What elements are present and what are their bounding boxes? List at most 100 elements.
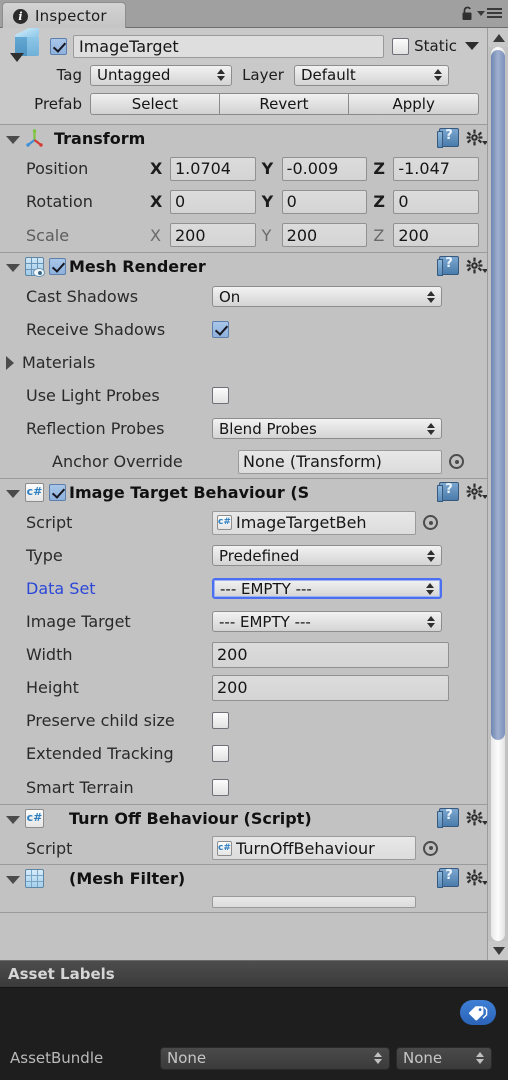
scroll-down-arrow[interactable]	[488, 941, 508, 960]
gear-settings-icon[interactable]	[466, 129, 488, 146]
chevron-down-icon	[477, 10, 485, 16]
help-book-icon[interactable]	[437, 256, 459, 276]
component-transform: Transform ? Position X 1.0704 Y -0.009 Z…	[0, 125, 488, 253]
object-picker-icon[interactable]	[423, 840, 438, 856]
smart-terrain-label: Smart Terrain	[26, 777, 134, 797]
data-set-dropdown[interactable]: --- EMPTY ---	[212, 578, 442, 599]
tab-inspector-label: Inspector	[35, 7, 107, 25]
gear-settings-icon[interactable]	[466, 809, 488, 826]
inspector-scrollbar[interactable]	[487, 28, 508, 960]
anchor-override-row: Anchor Override None (Transform)	[0, 445, 487, 478]
use-light-probes-checkbox[interactable]	[212, 387, 229, 404]
gameobject-enabled-checkbox[interactable]	[50, 37, 67, 55]
position-z-input[interactable]: -1.047	[393, 156, 480, 181]
label-tag-icon[interactable]	[460, 1000, 496, 1025]
cast-shadows-row: Cast Shadows On	[0, 280, 487, 313]
help-book-icon[interactable]	[437, 482, 459, 502]
image-target-dropdown[interactable]: --- EMPTY ---	[212, 611, 442, 632]
info-icon: i	[13, 8, 28, 24]
foldout-arrow-icon[interactable]	[6, 816, 20, 824]
cast-shadows-dropdown[interactable]: On	[212, 286, 442, 307]
tag-dropdown[interactable]: Untagged	[90, 64, 232, 86]
mesh-filter-partial-row	[0, 892, 487, 912]
type-dropdown[interactable]: Predefined	[212, 545, 442, 566]
asset-labels-header[interactable]: Asset Labels	[0, 960, 508, 988]
height-input[interactable]: 200	[212, 674, 449, 701]
materials-row[interactable]: Materials	[0, 346, 487, 379]
foldout-arrow-icon[interactable]	[6, 490, 20, 498]
gameobject-header: ImageTarget Static Tag Untagged Layer De…	[0, 28, 487, 125]
preserve-child-size-checkbox[interactable]	[212, 712, 229, 729]
help-book-icon[interactable]	[437, 808, 459, 828]
scrollbar-thumb[interactable]	[491, 50, 505, 740]
position-x-input[interactable]: 1.0704	[170, 156, 256, 181]
rotation-y-input[interactable]: 0	[281, 189, 368, 214]
static-checkbox[interactable]	[392, 37, 410, 55]
gear-settings-icon[interactable]	[466, 869, 488, 886]
position-z-axis-label: Z	[373, 159, 385, 178]
layer-value: Default	[301, 66, 356, 84]
menu-bars	[487, 8, 502, 18]
help-book-icon[interactable]	[437, 128, 459, 148]
type-value: Predefined	[219, 546, 300, 565]
component-header-mesh-filter[interactable]: (Mesh Filter)	[0, 865, 488, 892]
prefab-select-button[interactable]: Select	[90, 93, 220, 115]
rotation-x-input[interactable]: 0	[170, 189, 256, 214]
script-objectfield[interactable]: ImageTargetBeh	[212, 510, 416, 535]
prefab-cube-icon[interactable]	[10, 28, 48, 64]
component-title: (Mesh Filter)	[69, 869, 186, 888]
unity-inspector-window: i Inspector ImageTarget Static Tag Untag…	[0, 0, 508, 1080]
foldout-arrow-icon[interactable]	[6, 264, 20, 272]
data-set-label: Data Set	[26, 579, 96, 598]
layer-dropdown[interactable]: Default	[294, 64, 449, 86]
assetbundle-variant-dropdown[interactable]: None	[396, 1046, 492, 1070]
lock-icon[interactable]	[461, 6, 474, 21]
assetbundle-row: AssetBundle None None	[0, 1045, 508, 1071]
foldout-arrow-icon[interactable]	[6, 136, 20, 144]
foldout-arrow-icon[interactable]	[6, 355, 14, 370]
gear-settings-icon[interactable]	[466, 483, 488, 500]
static-dropdown-icon[interactable]	[465, 42, 479, 50]
transform-position-row: Position X 1.0704 Y -0.009 Z -1.047	[0, 152, 487, 185]
help-book-icon[interactable]	[437, 868, 459, 888]
position-y-input[interactable]: -0.009	[281, 156, 368, 181]
anchor-override-objectfield[interactable]: None (Transform)	[238, 449, 442, 474]
gameobject-name-input[interactable]: ImageTarget	[73, 34, 385, 58]
width-label: Width	[26, 645, 73, 664]
updown-icon	[427, 290, 435, 303]
asset-labels-title: Asset Labels	[8, 965, 115, 983]
prefab-revert-button[interactable]: Revert	[219, 93, 350, 115]
component-header-mesh-renderer[interactable]: Mesh Renderer	[0, 253, 488, 280]
component-header-image-target-behaviour[interactable]: Image Target Behaviour (S	[0, 479, 488, 506]
prefab-apply-button[interactable]: Apply	[349, 93, 479, 115]
component-header-turn-off-behaviour[interactable]: Turn Off Behaviour (Script)	[0, 805, 488, 832]
tab-inspector[interactable]: i Inspector	[2, 2, 126, 29]
receive-shadows-label: Receive Shadows	[26, 320, 166, 339]
height-row: Height 200	[0, 671, 487, 704]
reflection-probes-row: Reflection Probes Blend Probes	[0, 412, 487, 445]
extended-tracking-checkbox[interactable]	[212, 745, 229, 762]
object-picker-icon[interactable]	[449, 454, 464, 469]
width-input[interactable]: 200	[212, 641, 449, 668]
rotation-z-input[interactable]: 0	[393, 189, 480, 214]
object-picker-icon[interactable]	[423, 515, 438, 530]
scale-x-input[interactable]: 200	[170, 223, 256, 247]
receive-shadows-checkbox[interactable]	[212, 321, 229, 338]
reflection-probes-dropdown[interactable]: Blend Probes	[212, 418, 442, 439]
csharp-script-icon	[217, 840, 232, 856]
tag-value: Untagged	[97, 66, 171, 84]
chevron-down-icon	[10, 53, 24, 62]
turnoff-script-objectfield[interactable]: TurnOffBehaviour	[212, 836, 416, 860]
scale-z-input[interactable]: 200	[393, 223, 480, 247]
component-header-transform[interactable]: Transform	[0, 125, 488, 152]
image-target-behaviour-enabled-checkbox[interactable]	[49, 484, 66, 501]
gear-settings-icon[interactable]	[466, 257, 488, 274]
mesh-renderer-enabled-checkbox[interactable]	[49, 258, 66, 275]
hamburger-menu-icon[interactable]	[477, 8, 502, 18]
foldout-arrow-icon[interactable]	[6, 876, 20, 884]
scale-y-input[interactable]: 200	[281, 223, 368, 247]
smart-terrain-checkbox[interactable]	[212, 778, 229, 796]
asset-labels-body: AssetBundle None None	[0, 988, 508, 1079]
assetbundle-dropdown[interactable]: None	[160, 1046, 390, 1070]
scroll-up-arrow[interactable]	[488, 28, 508, 47]
